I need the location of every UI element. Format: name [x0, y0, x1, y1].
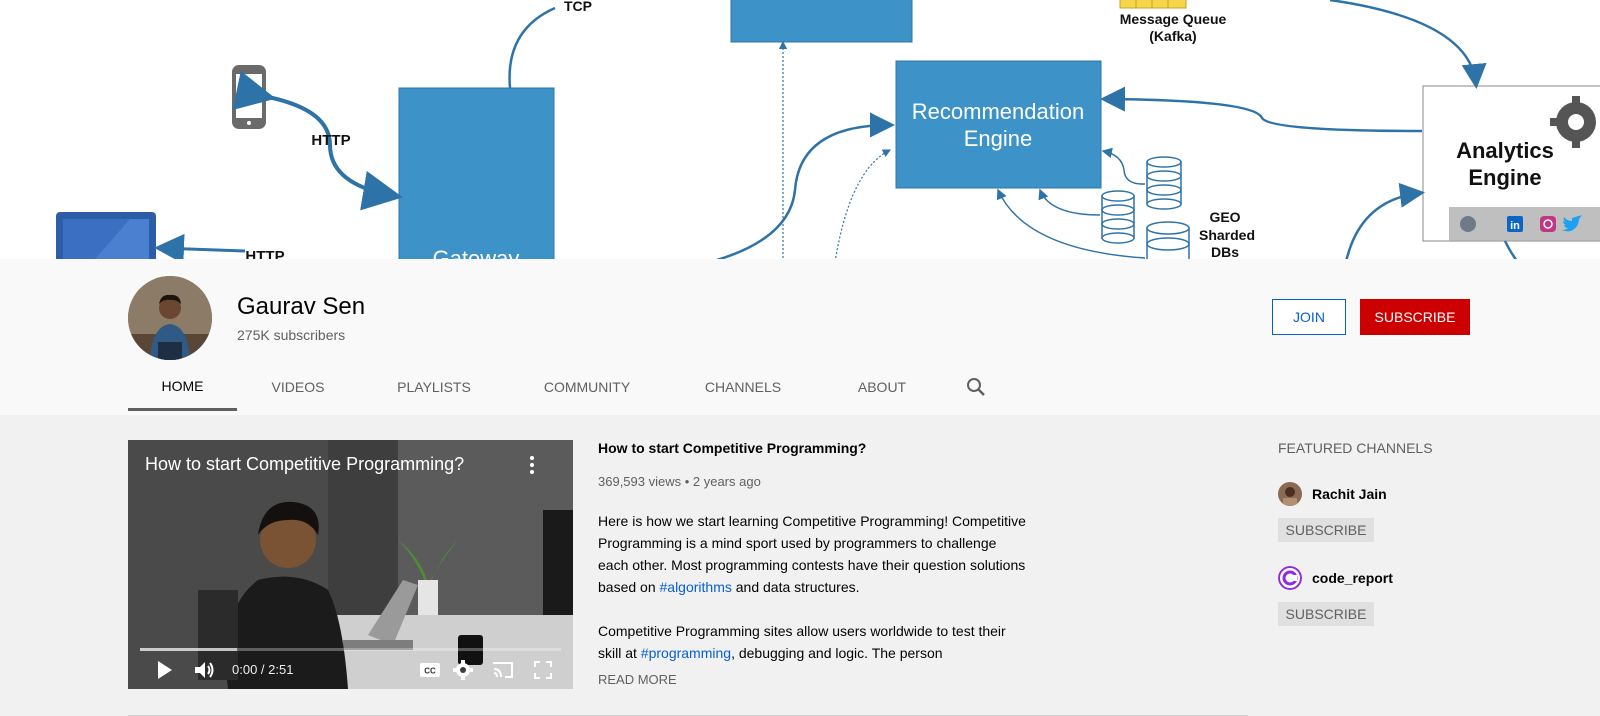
recommendation-engine-box [895, 60, 1102, 189]
fullscreen-icon[interactable] [531, 658, 555, 682]
video-thumbnail [128, 440, 573, 689]
subscribe-button[interactable]: SUBSCRIBE [1360, 299, 1470, 335]
svg-text:CC: CC [424, 667, 436, 676]
database-icon [1146, 156, 1182, 210]
video-meta: 369,593 views • 2 years ago [598, 474, 761, 489]
channel-avatar[interactable] [1278, 566, 1302, 590]
description-text: , debugging and logic. The person [731, 645, 943, 661]
avatar-icon[interactable] [1460, 216, 1476, 232]
person-icon [128, 276, 212, 360]
video-title[interactable]: How to start Competitive Programming? [598, 440, 866, 456]
player-title: How to start Competitive Programming? [145, 454, 465, 474]
top-service-box [730, 0, 913, 43]
analytics-label-1: Analytics [1456, 138, 1554, 163]
phone-icon [232, 65, 266, 129]
featured-subscribe-button[interactable]: SUBSCRIBE [1278, 518, 1374, 542]
video-player[interactable]: How to start Competitive Programming? 0:… [128, 440, 573, 689]
channel-name: Gaurav Sen [237, 293, 366, 320]
database-icon [1146, 221, 1190, 259]
progress-bar-fill [140, 648, 237, 651]
channel-header: Gaurav Sen 275K subscribers JOIN SUBSCRI… [0, 259, 1600, 415]
progress-bar[interactable] [140, 648, 561, 651]
channel-home-content: How to start Competitive Programming? 0:… [0, 415, 1600, 716]
svg-text:in: in [1510, 220, 1520, 232]
play-icon[interactable] [152, 658, 176, 682]
geo-label-3: DBs [1211, 244, 1239, 259]
featured-channel-name[interactable]: Rachit Jain [1312, 486, 1387, 502]
tab-videos[interactable]: VIDEOS [251, 363, 345, 411]
featured-channel-item: Rachit Jain SUBSCRIBE [1278, 482, 1538, 542]
laptop-icon [56, 212, 156, 259]
analytics-label-2: Engine [1468, 165, 1541, 190]
cast-icon[interactable] [491, 658, 515, 682]
video-description: Here is how we start learning Competitiv… [598, 510, 1028, 686]
mq-label-2: (Kafka) [1149, 28, 1196, 44]
tab-playlists[interactable]: PLAYLISTS [379, 363, 489, 411]
description-text: and data structures. [731, 579, 860, 595]
channel-avatar[interactable] [128, 276, 212, 360]
message-queue-icon [1119, 0, 1187, 9]
tab-about[interactable]: ABOUT [835, 363, 929, 411]
read-more-button[interactable]: READ MORE [598, 672, 677, 687]
subscriber-count: 275K subscribers [237, 327, 346, 343]
hashtag-link[interactable]: #programming [641, 645, 731, 661]
featured-channel-item: code_report SUBSCRIBE [1278, 566, 1538, 626]
search-icon[interactable] [964, 375, 988, 399]
tcp-label: TCP [564, 0, 592, 14]
player-time: 0:00 / 2:51 [232, 662, 294, 677]
join-button[interactable]: JOIN [1272, 299, 1346, 335]
closed-captions-icon[interactable]: CC [418, 658, 442, 682]
settings-gear-icon[interactable] [451, 658, 475, 682]
system-design-diagram: Gateway Recommendation Engine Message Qu… [56, 0, 1600, 259]
geo-label-1: GEO [1209, 209, 1240, 225]
featured-channels-heading: FEATURED CHANNELS [1278, 440, 1433, 456]
featured-channel-name[interactable]: code_report [1312, 570, 1393, 586]
geo-label-2: Sharded [1199, 227, 1255, 243]
tab-community[interactable]: COMMUNITY [523, 363, 651, 411]
database-icon [1101, 190, 1135, 244]
tab-home[interactable]: HOME [128, 363, 237, 411]
http-label-bottom: HTTP [245, 248, 284, 259]
rec-engine-label-1: Recommendation [912, 99, 1084, 124]
mq-label-1: Message Queue [1120, 11, 1227, 27]
hashtag-link[interactable]: #algorithms [660, 579, 732, 595]
featured-subscribe-button[interactable]: SUBSCRIBE [1278, 602, 1374, 626]
gateway-label: Gateway [433, 246, 520, 259]
instagram-icon[interactable] [1540, 216, 1556, 232]
rec-engine-label-2: Engine [964, 126, 1033, 151]
volume-icon[interactable] [192, 658, 216, 682]
tab-channels[interactable]: CHANNELS [685, 363, 801, 411]
gateway-box [398, 87, 555, 259]
http-label-top: HTTP [311, 132, 350, 149]
channel-banner: Gateway Recommendation Engine Message Qu… [0, 0, 1600, 259]
more-options-icon[interactable] [524, 454, 540, 476]
channel-avatar[interactable] [1278, 482, 1302, 506]
